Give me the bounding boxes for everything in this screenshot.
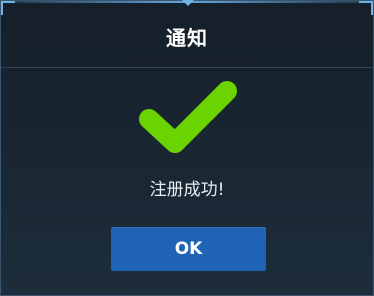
header-divider <box>1 67 373 68</box>
notification-dialog: 通知 注册成功! OK <box>0 0 374 296</box>
success-checkmark-icon <box>135 79 243 163</box>
dialog-header: 通知 <box>1 1 373 67</box>
ok-button[interactable]: OK <box>111 227 266 271</box>
success-message: 注册成功! <box>149 180 225 200</box>
dialog-title: 通知 <box>166 25 208 50</box>
